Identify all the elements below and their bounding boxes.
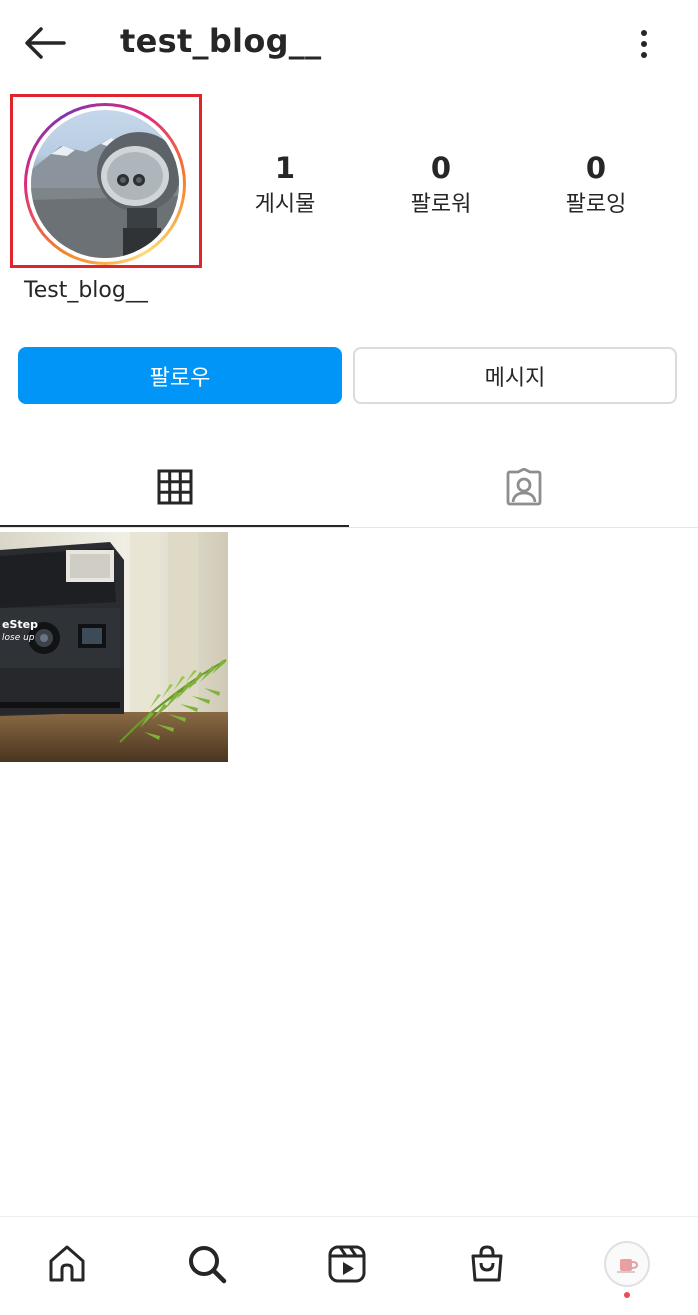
grid-icon [157,469,192,504]
profile-tabs [0,448,698,528]
reels-icon [328,1245,366,1283]
nav-shop[interactable] [462,1239,512,1289]
search-icon [189,1246,227,1284]
tab-tagged[interactable] [349,448,698,527]
post-thumbnail[interactable]: eStep lose up [0,532,228,762]
nav-reels[interactable] [322,1239,372,1289]
more-vertical-icon [641,30,647,58]
profile-avatar-icon [604,1241,650,1287]
camera-brand-text-2: lose up [2,633,35,643]
notification-dot [624,1292,630,1298]
posts-count[interactable]: 1 게시물 [225,148,345,222]
bottom-navigation [0,1216,698,1315]
nav-profile[interactable] [602,1239,652,1289]
shop-icon [471,1245,503,1282]
nav-search[interactable] [182,1239,232,1289]
arrow-left-icon [25,27,66,59]
instant-camera-photo: eStep lose up [0,532,228,762]
message-button[interactable]: 메시지 [353,347,677,404]
followers-count[interactable]: 0 팔로워 [381,148,501,222]
top-bar: test_blog__ [0,0,698,88]
tab-posts-grid[interactable] [0,448,349,527]
page-title: test_blog__ [120,22,322,60]
follow-button[interactable]: 팔로우 [18,347,342,404]
stat-label: 게시물 [254,192,316,217]
nav-home[interactable] [42,1239,92,1289]
home-icon [49,1245,85,1282]
stat-label: 팔로워 [410,192,472,217]
stat-number: 0 [430,151,452,185]
profile-stats: 1 게시물 0 팔로워 0 팔로잉 [0,148,698,228]
stat-label: 팔로잉 [565,192,627,217]
tagged-person-icon [506,467,541,505]
back-button[interactable] [20,20,70,66]
camera-brand-text-1: eStep [2,618,38,631]
stat-number: 0 [585,151,607,185]
stat-number: 1 [274,151,296,185]
more-options-button[interactable] [622,22,666,66]
display-name: Test_blog__ [24,278,148,303]
following-count[interactable]: 0 팔로잉 [536,148,656,222]
